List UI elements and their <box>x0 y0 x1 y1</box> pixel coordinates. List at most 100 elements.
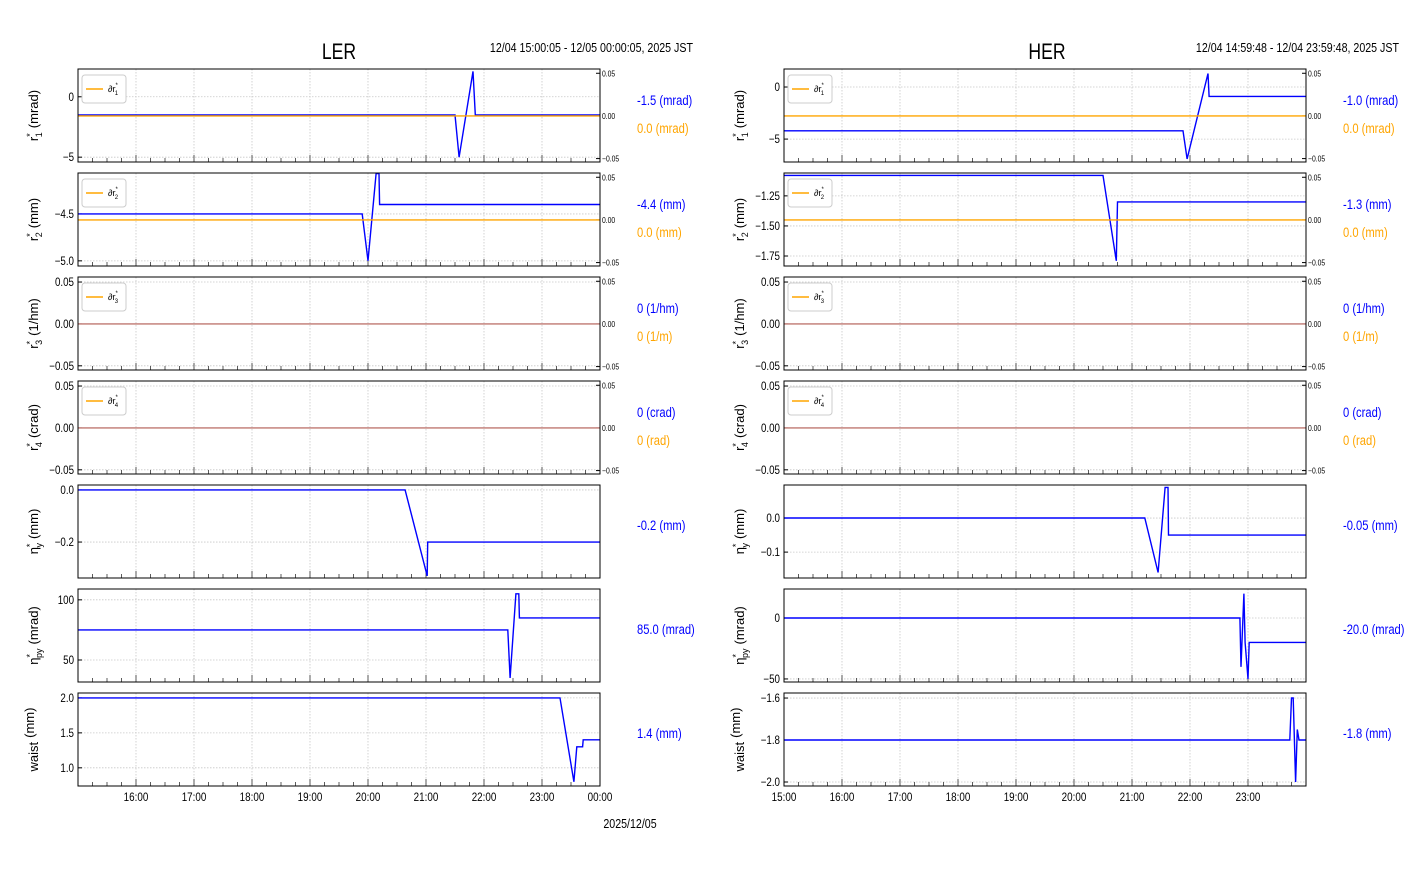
y-tick-label: 0.05 <box>761 276 780 289</box>
y-axis-label: r*1(mrad) <box>731 90 750 141</box>
y-tick-label: −1.6 <box>761 692 780 705</box>
legend: ∂r* 2 <box>787 178 833 208</box>
y-axis-label: r*3(1/hm) <box>25 298 44 348</box>
y-tick-label: 0 <box>775 81 780 94</box>
legend: ∂r* 1 <box>81 74 127 104</box>
her-chart: HER 12/04 14:59:48 - 12/04 23:59:48, 2025… <box>728 40 1405 804</box>
y-axis-label-sub: y <box>740 543 750 548</box>
x-tick-label: 18:00 <box>946 791 971 804</box>
subplot-panel: 0.0−0.2η*y(mm) -0.2 (mm) <box>25 484 685 579</box>
y-axis-label-sub: 3 <box>740 340 750 345</box>
y-tick-label: −2.0 <box>761 776 780 789</box>
y2-tick-label: −0.05 <box>602 362 619 372</box>
x-tick-label: 21:00 <box>1120 791 1145 804</box>
y-axis-label-unit: (crad) <box>26 404 41 438</box>
legend: ∂r* 2 <box>81 178 127 208</box>
y2-tick-label: 0.00 <box>1308 215 1321 225</box>
x-tick-label: 19:00 <box>298 791 323 804</box>
figure: LER 12/04 15:00:05 - 12/05 00:00:05, 2025… <box>22 40 1405 831</box>
x-tick-label: 22:00 <box>1178 791 1203 804</box>
y2-tick-label: 0.00 <box>1308 319 1321 329</box>
y-tick-label: 0 <box>775 612 780 625</box>
x-tick-label: 00:00 <box>588 791 613 804</box>
current-value-label: 0.0 (mrad) <box>1343 121 1395 136</box>
current-value-label: -1.5 (mrad) <box>637 93 692 108</box>
y-tick-label: 50 <box>63 654 74 667</box>
y-axis-label-unit: (crad) <box>732 404 747 438</box>
y-axis-label-unit: (mm) <box>732 509 747 539</box>
y-axis-label: r*3(1/hm) <box>731 298 750 348</box>
current-value-label: -1.8 (mm) <box>1343 726 1391 741</box>
y-axis-label: waist (mm) <box>22 708 41 773</box>
y-tick-label: −1.25 <box>755 190 780 203</box>
y-tick-label: 0.00 <box>55 318 74 331</box>
chart-title: HER <box>1028 40 1065 64</box>
y-axis-label-unit: (mm) <box>732 198 747 228</box>
y-axis-label-unit: (1/hm) <box>26 298 41 336</box>
subplot-panel: −1.25−1.50−1.750.050.00−0.05∂r* 2r*2(mm) -… <box>731 172 1391 268</box>
y-axis-label: η*y(mm) <box>25 509 44 555</box>
x-tick-label: 17:00 <box>182 791 207 804</box>
y-axis-label-sub: 4 <box>740 442 750 447</box>
y-axis-label: η*py(mrad) <box>731 606 750 665</box>
y-tick-label: −1.50 <box>755 220 780 233</box>
subplot-panel: 0.0−0.1η*y(mm) -0.05 (mm) <box>731 484 1398 579</box>
current-value-label: 0.0 (mrad) <box>637 121 689 136</box>
y-axis-label: r*1(mrad) <box>25 90 44 141</box>
current-value-label: -1.0 (mrad) <box>1343 93 1398 108</box>
current-value-label: -4.4 (mm) <box>637 197 685 212</box>
y-axis-label-unit: (mm) <box>26 198 41 228</box>
y2-tick-label: 0.00 <box>602 423 615 433</box>
subplot-panel: −1.6 −1.8 −2.0 waist (mm) -1.8 (mm) 15:00 16:00… <box>728 692 1391 804</box>
y2-tick-label: 0.00 <box>602 215 615 225</box>
y-tick-label: 100 <box>58 594 74 607</box>
current-value-label: 0 (crad) <box>1343 405 1382 420</box>
y2-tick-label: 0.05 <box>602 277 615 287</box>
ler-chart: LER 12/04 15:00:05 - 12/05 00:00:05, 2025… <box>22 40 695 831</box>
y-axis-label-unit: (mrad) <box>732 606 747 644</box>
x-tick-label: 18:00 <box>240 791 265 804</box>
current-value-label: 85.0 (mrad) <box>637 622 695 637</box>
y-axis-label: η*py(mrad) <box>25 606 44 665</box>
y-tick-label: 0.0 <box>60 484 74 497</box>
y-tick-label: −50 <box>763 673 780 686</box>
chart-subtitle: 12/04 15:00:05 - 12/05 00:00:05, 2025 JS… <box>490 40 693 55</box>
current-value-label: -0.2 (mm) <box>637 518 685 533</box>
y-axis-label: r*4(crad) <box>25 404 44 451</box>
date-label: 2025/12/05 <box>603 816 657 831</box>
y-tick-label: 0.00 <box>761 318 780 331</box>
y-tick-label: 2.0 <box>60 692 74 705</box>
current-value-label: -1.3 (mm) <box>1343 197 1391 212</box>
y-axis-label-sub: 2 <box>34 232 44 237</box>
current-value-label: 0.0 (mm) <box>637 225 682 240</box>
y2-tick-label: 0.05 <box>602 69 615 79</box>
current-value-label: 0 (rad) <box>637 433 670 448</box>
y-tick-label: −1.75 <box>755 250 780 263</box>
x-tick-label: 23:00 <box>530 791 555 804</box>
y-tick-label: 0.05 <box>55 276 74 289</box>
y-axis-label-unit: (mrad) <box>26 90 41 128</box>
y2-tick-label: 0.05 <box>1308 69 1321 79</box>
subplot-panel: 0−50.050.00−0.05∂r* 1r*1(mrad) -1.5 (mrad)… <box>25 68 692 164</box>
y-axis-label-base: waist <box>26 741 41 772</box>
y-axis-label: r*2(mm) <box>731 198 750 241</box>
y-tick-label: 1.0 <box>60 762 74 775</box>
y-tick-label: −0.05 <box>755 360 780 373</box>
current-value-label: 0.0 (mm) <box>1343 225 1388 240</box>
current-value-label: 0 (1/hm) <box>637 301 679 316</box>
y-tick-label: 0.05 <box>761 380 780 393</box>
x-tick-label: 20:00 <box>1062 791 1087 804</box>
y-tick-label: 0.00 <box>55 422 74 435</box>
y-axis-label: r*2(mm) <box>25 198 44 241</box>
y2-tick-label: −0.05 <box>1308 258 1325 268</box>
y2-tick-label: −0.05 <box>1308 466 1325 476</box>
x-tick-label: 22:00 <box>472 791 497 804</box>
y2-tick-label: 0.05 <box>1308 277 1321 287</box>
y-axis-label-sub: 1 <box>34 132 44 137</box>
y-axis-label-unit: (mrad) <box>732 90 747 128</box>
y-axis-label: η*y(mm) <box>731 509 750 555</box>
y-tick-label: −0.1 <box>761 546 780 559</box>
y2-tick-label: 0.05 <box>602 173 615 183</box>
y2-tick-label: 0.00 <box>602 111 615 121</box>
current-value-label: -20.0 (mrad) <box>1343 622 1405 637</box>
